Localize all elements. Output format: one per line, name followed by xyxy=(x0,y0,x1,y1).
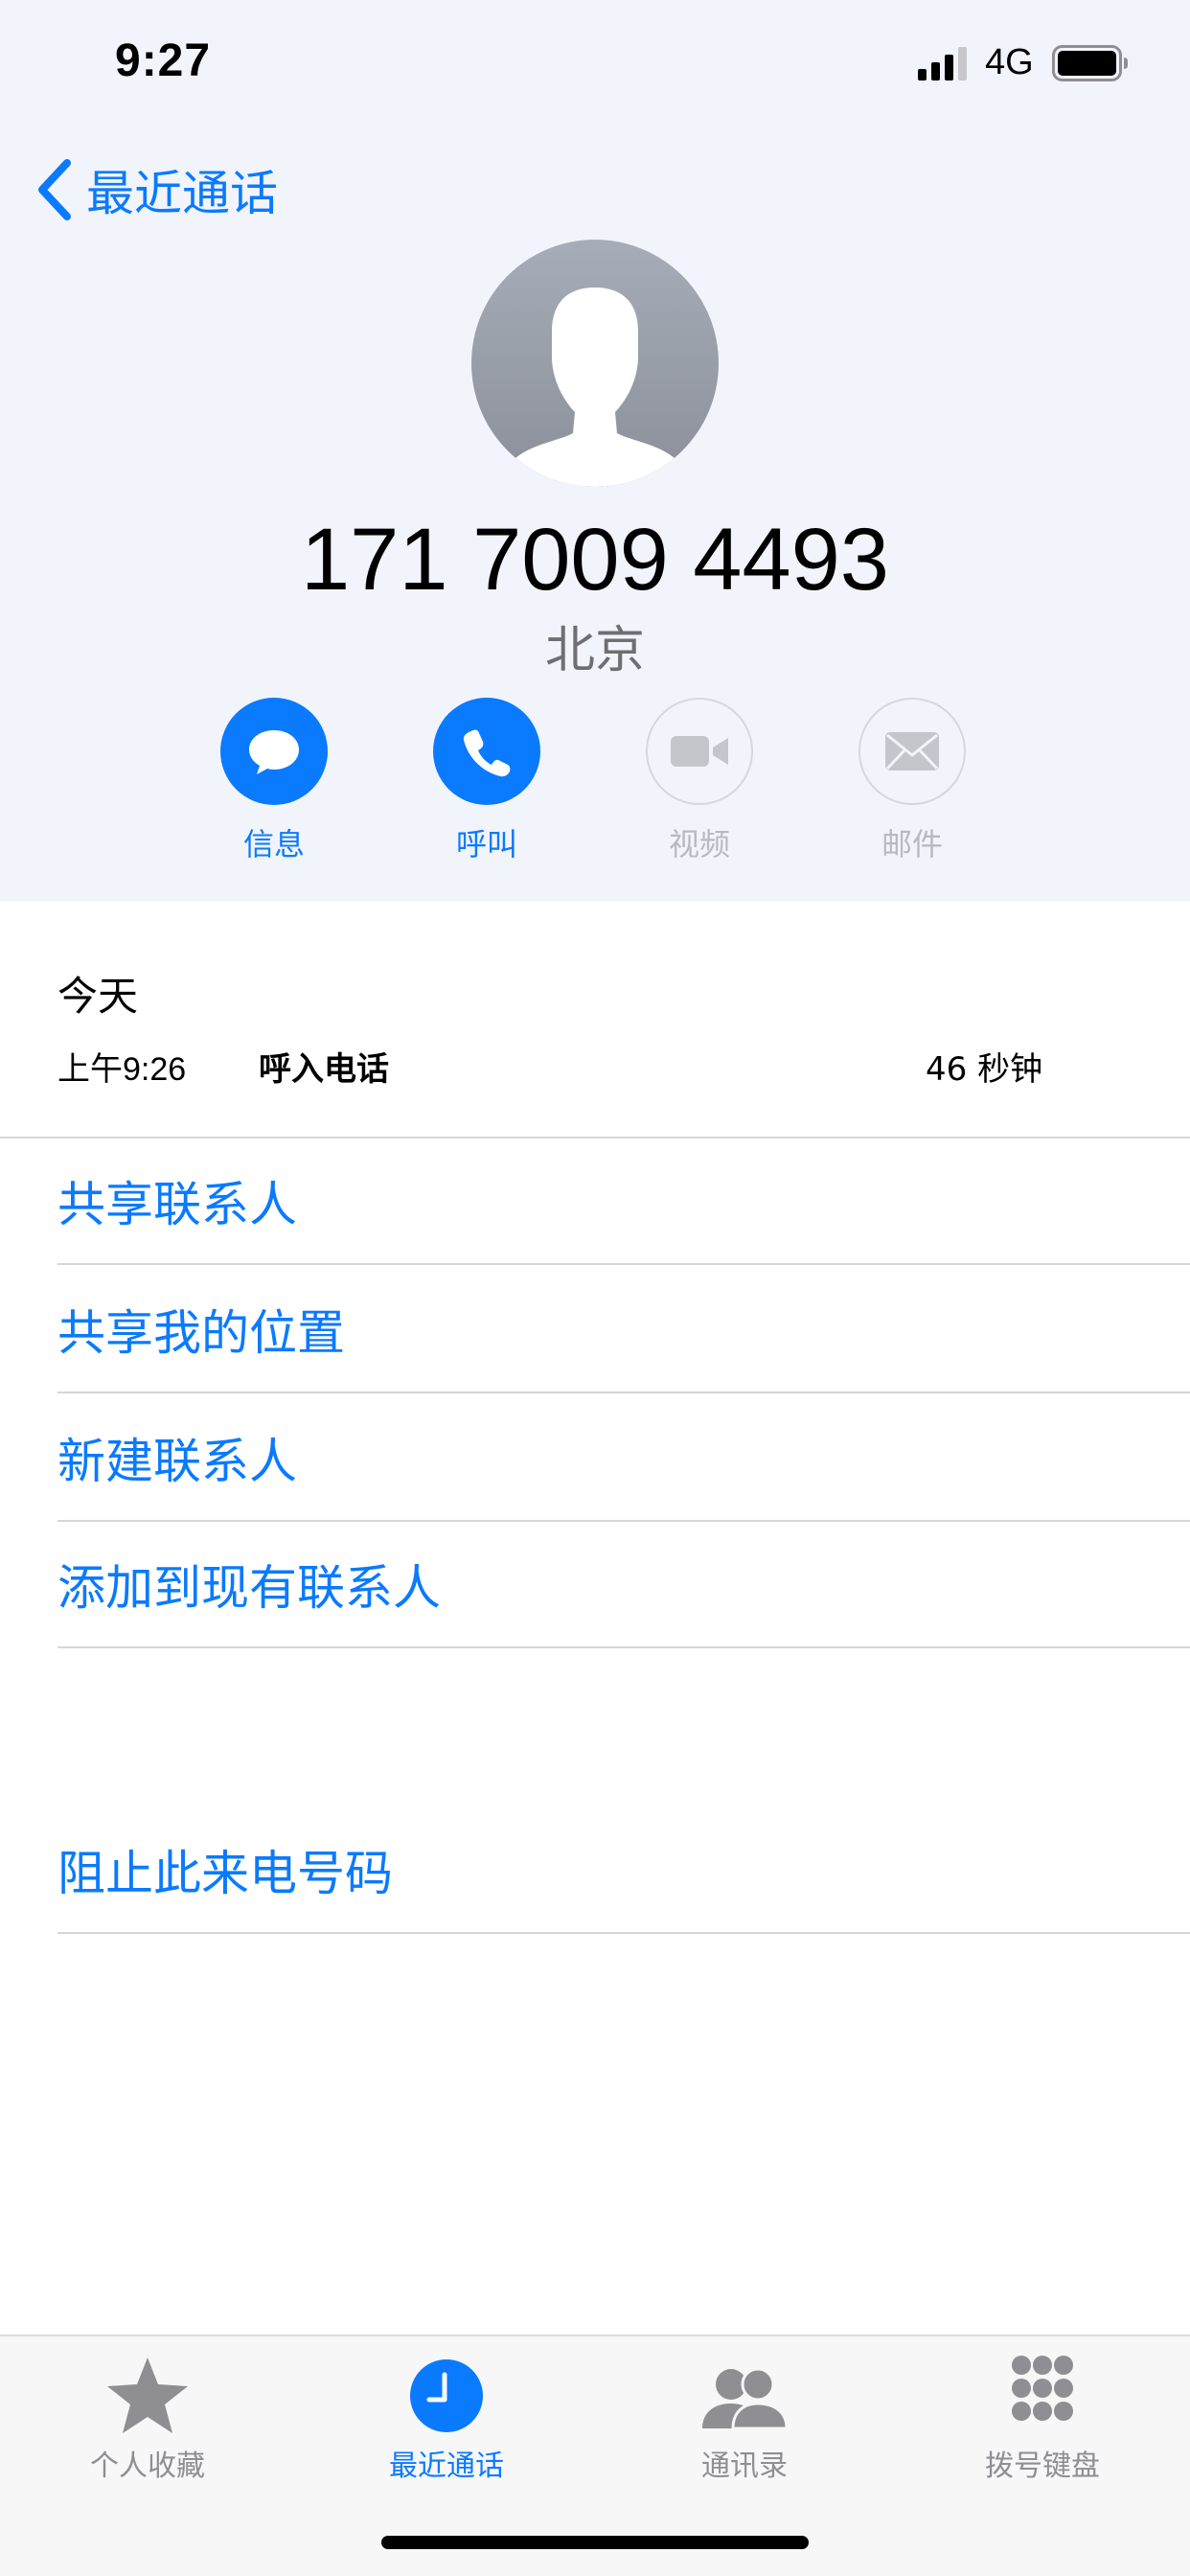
contact-avatar xyxy=(471,240,719,487)
call-type: 呼入电话 xyxy=(259,1050,389,1089)
tab-favorites-label: 个人收藏 xyxy=(90,2450,205,2483)
phone-icon xyxy=(463,729,511,777)
call-button-label: 呼叫 xyxy=(455,826,517,862)
chevron-left-icon xyxy=(38,159,71,220)
tab-contacts-label: 通讯录 xyxy=(701,2450,788,2483)
tab-favorites[interactable]: 个人收藏 xyxy=(42,2352,253,2484)
block-caller-option[interactable]: 阻止此来电号码 xyxy=(57,1807,1190,1934)
mail-button[interactable]: 邮件 xyxy=(845,698,979,864)
tab-recents-label: 最近通话 xyxy=(389,2450,504,2483)
status-bar: 9:27 4G xyxy=(0,0,1190,134)
tab-contacts[interactable]: 通讯录 xyxy=(639,2352,850,2484)
contact-header: 9:27 4G 最近通话 171 7009 4493 北京 信息 呼叫 视频 邮… xyxy=(0,0,1190,901)
message-button[interactable]: 信息 xyxy=(207,698,341,864)
video-button-circle xyxy=(646,698,753,805)
call-duration: 46 秒钟 xyxy=(926,1050,1043,1089)
home-indicator[interactable] xyxy=(381,2536,809,2549)
video-button[interactable]: 视频 xyxy=(632,698,767,864)
star-icon xyxy=(107,2358,188,2433)
call-button-circle xyxy=(433,698,540,805)
new-contact-option[interactable]: 新建联系人 xyxy=(57,1395,1190,1522)
share-contact-label: 共享联系人 xyxy=(57,1177,297,1232)
call-date: 今天 xyxy=(57,973,139,1020)
add-to-existing-contact-option[interactable]: 添加到现有联系人 xyxy=(57,1522,1190,1648)
message-button-label: 信息 xyxy=(242,826,305,862)
share-contact-option[interactable]: 共享联系人 xyxy=(57,1138,1190,1265)
person-silhouette-icon xyxy=(512,288,678,487)
back-button[interactable]: 最近通话 xyxy=(34,153,278,226)
envelope-icon xyxy=(885,732,939,770)
call-button[interactable]: 呼叫 xyxy=(420,698,554,864)
message-button-circle xyxy=(220,698,328,805)
share-location-option[interactable]: 共享我的位置 xyxy=(57,1267,1190,1393)
status-time: 9:27 xyxy=(115,35,212,86)
contacts-icon xyxy=(702,2367,789,2430)
new-contact-label: 新建联系人 xyxy=(57,1434,297,1489)
clock-icon xyxy=(410,2359,483,2432)
add-to-existing-contact-label: 添加到现有联系人 xyxy=(57,1560,441,1616)
block-caller-label: 阻止此来电号码 xyxy=(57,1846,393,1901)
tab-recents[interactable]: 最近通话 xyxy=(341,2352,552,2484)
cellular-signal-icon xyxy=(918,47,967,80)
call-time: 上午9:26 xyxy=(57,1051,187,1088)
phone-location: 北京 xyxy=(544,622,645,679)
tab-keypad-label: 拨号键盘 xyxy=(985,2450,1100,2483)
video-camera-icon xyxy=(671,736,728,767)
phone-number: 171 7009 4493 xyxy=(301,511,889,609)
call-log-row: 上午9:26 呼入电话 46 秒钟 xyxy=(0,1043,1190,1091)
keypad-icon xyxy=(1012,2356,1073,2421)
message-bubble-icon xyxy=(249,730,299,774)
back-button-label: 最近通话 xyxy=(86,166,278,221)
video-button-label: 视频 xyxy=(668,826,730,862)
share-location-label: 共享我的位置 xyxy=(57,1305,345,1361)
battery-icon xyxy=(1052,45,1128,81)
network-type: 4G xyxy=(985,42,1034,82)
contact-detail-screen: 9:27 4G 最近通话 171 7009 4493 北京 信息 呼叫 视频 邮… xyxy=(0,0,1190,2576)
tab-keypad[interactable]: 拨号键盘 xyxy=(937,2352,1148,2484)
mail-button-circle xyxy=(858,698,966,805)
mail-button-label: 邮件 xyxy=(881,826,943,862)
